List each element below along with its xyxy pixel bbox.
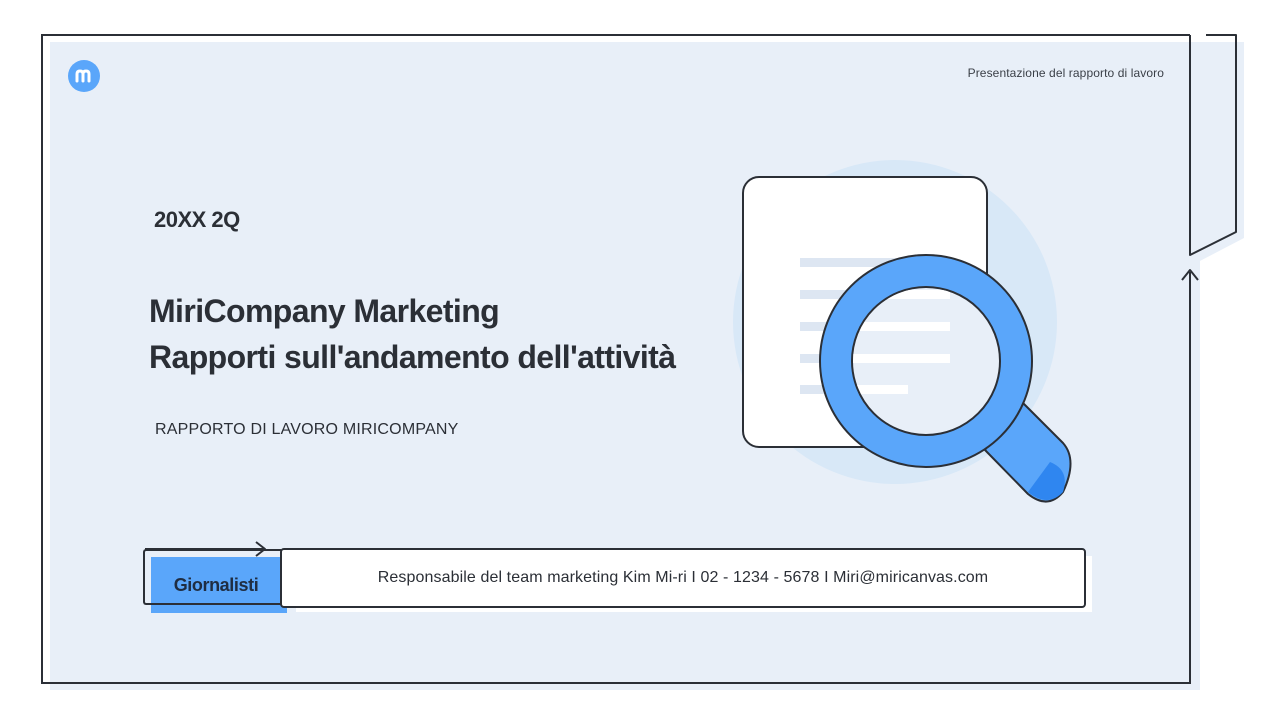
- page-title: MiriCompany Marketing Rapporti sull'anda…: [149, 288, 676, 380]
- title-line-1: MiriCompany Marketing: [149, 293, 500, 329]
- badge-label: Giornalisti: [173, 574, 259, 595]
- report-period: 20XX 2Q: [154, 207, 240, 232]
- subtitle: RAPPORTO DI LAVORO MIRICOMPANY: [155, 421, 459, 438]
- contact-info: Responsabile del team marketing Kim Mi-r…: [377, 569, 989, 586]
- title-line-2: Rapporti sull'andamento dell'attività: [149, 339, 676, 375]
- logo-icon: [68, 60, 100, 92]
- header-note: Presentazione del rapporto di lavoro: [967, 66, 1164, 80]
- side-tab-fill: [1198, 42, 1244, 262]
